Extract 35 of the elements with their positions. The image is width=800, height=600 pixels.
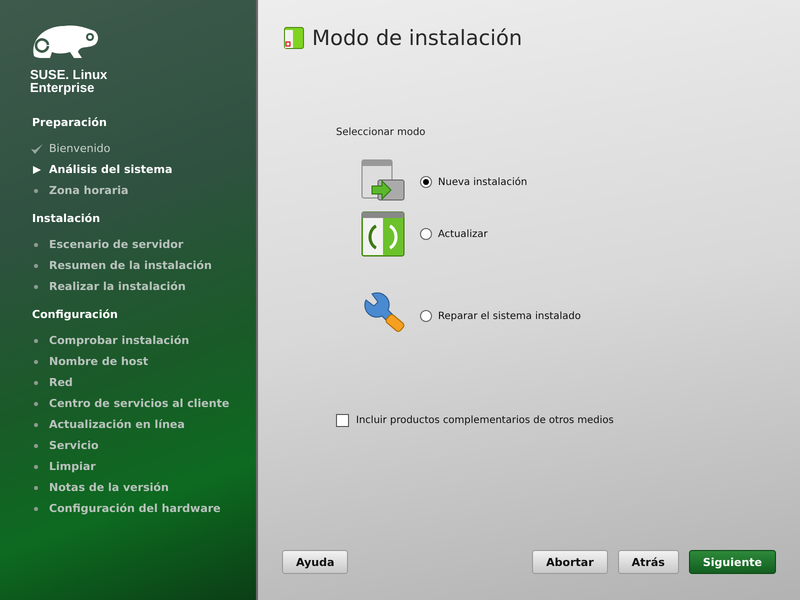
- logo-text: Enterprise: [30, 81, 96, 94]
- group-label: Seleccionar modo: [336, 127, 426, 138]
- step-label: Zona horaria: [49, 184, 128, 197]
- step-label: Nombre de host: [49, 355, 148, 368]
- next-button[interactable]: Siguiente: [688, 550, 776, 574]
- checkbox[interactable]: [336, 414, 349, 427]
- step-label: Comprobar instalación: [49, 334, 190, 347]
- package-icon: [284, 27, 304, 49]
- radio-button[interactable]: [420, 176, 432, 188]
- dialog-button[interactable]: Abortar: [532, 550, 608, 574]
- option-label[interactable]: Reparar el sistema instalado: [438, 310, 581, 322]
- section-heading: Configuración: [32, 308, 119, 321]
- checkbox-label[interactable]: Incluir productos complementarios de otros medios: [356, 415, 614, 426]
- step-label: Limpiar: [49, 460, 96, 473]
- option-label[interactable]: Nueva instalación: [438, 176, 528, 188]
- step-label: Resumen de la instalación: [49, 259, 212, 272]
- logo-text: SUSE. Linux: [30, 68, 108, 81]
- dialog-button[interactable]: Atrás: [618, 550, 679, 574]
- step-label: Actualización en línea: [49, 418, 185, 431]
- option-label[interactable]: Actualizar: [438, 228, 488, 240]
- step-label: Análisis del sistema: [49, 163, 172, 176]
- step-label: Centro de servicios al cliente: [49, 397, 230, 410]
- step-label: Realizar la instalación: [49, 280, 186, 293]
- page-title: Modo de instalación: [312, 26, 522, 50]
- radio-button[interactable]: [420, 310, 432, 322]
- step-label: Red: [49, 376, 73, 389]
- step-label: Notas de la versión: [49, 481, 169, 494]
- radio-button[interactable]: [420, 228, 432, 240]
- step-label: Servicio: [49, 439, 99, 452]
- section-heading: Instalación: [32, 212, 102, 225]
- dialog-button[interactable]: Ayuda: [282, 550, 348, 574]
- section-heading: Preparación: [32, 116, 108, 129]
- step-label: Bienvenido: [49, 142, 110, 155]
- step-label: Configuración del hardware: [49, 502, 221, 515]
- step-label: Escenario de servidor: [49, 238, 184, 251]
